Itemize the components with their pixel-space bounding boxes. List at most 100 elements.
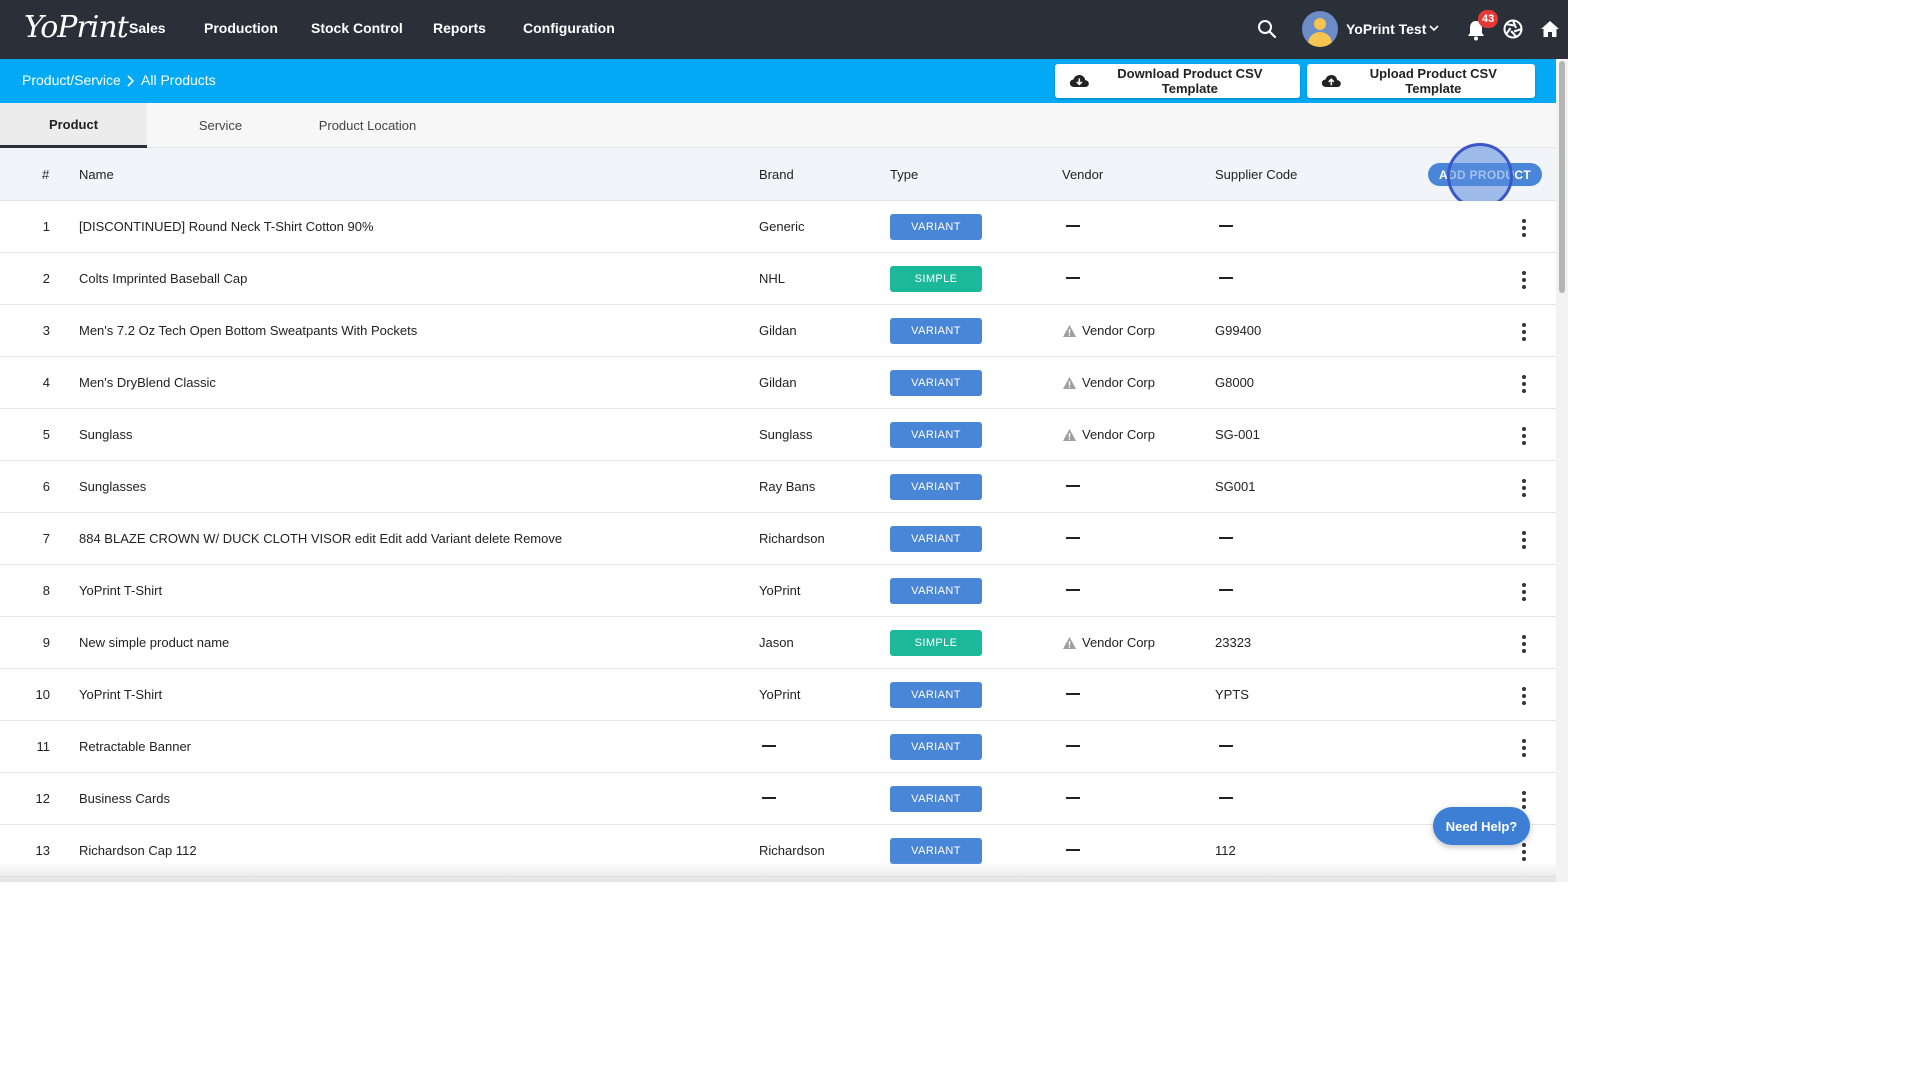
product-name[interactable]: Men's DryBlend Classic (79, 375, 216, 390)
product-name[interactable]: New simple product name (79, 635, 229, 650)
more-vertical-icon[interactable] (1519, 270, 1529, 289)
empty-dash (1066, 277, 1080, 279)
column-header-vendor[interactable]: Vendor (1062, 167, 1103, 182)
supplier-code: YPTS (1215, 687, 1249, 702)
empty-dash (1219, 225, 1233, 227)
warning-icon (1063, 429, 1076, 441)
empty-dash (1219, 277, 1233, 279)
product-name[interactable]: Richardson Cap 112 (79, 843, 197, 858)
tab-product-location[interactable]: Product Location (294, 103, 441, 148)
table-row[interactable]: 11 Retractable Banner VARIANT (0, 721, 1556, 773)
table-row[interactable]: 6 Sunglasses Ray Bans VARIANT SG001 (0, 461, 1556, 513)
warning-icon (1063, 637, 1076, 649)
aperture-icon[interactable] (1503, 19, 1523, 39)
more-vertical-icon[interactable] (1519, 842, 1529, 861)
user-name[interactable]: YoPrint Test (1346, 21, 1426, 37)
download-csv-label: Download Product CSV Template (1117, 66, 1263, 96)
empty-dash (762, 797, 776, 799)
notification-badge: 43 (1478, 10, 1499, 28)
column-header-supplier-code[interactable]: Supplier Code (1215, 167, 1297, 182)
product-brand: YoPrint (759, 583, 801, 598)
product-name[interactable]: Men's 7.2 Oz Tech Open Bottom Sweatpants… (79, 323, 417, 338)
table-row[interactable]: 1 [DISCONTINUED] Round Neck T-Shirt Cotto… (0, 201, 1556, 253)
need-help-button[interactable]: Need Help? (1433, 807, 1530, 845)
type-badge: VARIANT (890, 214, 982, 240)
product-name[interactable]: 884 BLAZE CROWN W/ DUCK CLOTH VISOR edit… (79, 531, 562, 546)
nav-item-stock-control[interactable]: Stock Control (311, 20, 403, 36)
more-vertical-icon[interactable] (1519, 790, 1529, 809)
row-number: 3 (42, 323, 50, 338)
column-header-num: # (42, 167, 50, 182)
scrollbar[interactable] (1556, 59, 1568, 882)
nav-item-reports[interactable]: Reports (433, 20, 486, 36)
type-badge: VARIANT (890, 734, 982, 760)
table-row[interactable]: 3 Men's 7.2 Oz Tech Open Bottom Sweatpant… (0, 305, 1556, 357)
table-row[interactable]: 7 884 BLAZE CROWN W/ DUCK CLOTH VISOR edi… (0, 513, 1556, 565)
app-logo[interactable]: YoPrint (24, 10, 129, 45)
row-number: 13 (35, 843, 50, 858)
chevron-down-icon[interactable] (1428, 23, 1440, 33)
supplier-code: G99400 (1215, 323, 1262, 338)
search-icon[interactable] (1257, 19, 1277, 39)
product-name[interactable]: Retractable Banner (79, 739, 191, 754)
row-number: 12 (35, 791, 50, 806)
tab-service[interactable]: Service (147, 103, 294, 148)
row-number: 5 (42, 427, 50, 442)
nav-item-configuration[interactable]: Configuration (523, 20, 615, 36)
product-brand: YoPrint (759, 687, 801, 702)
more-vertical-icon[interactable] (1519, 374, 1529, 393)
type-badge: VARIANT (890, 526, 982, 552)
product-name[interactable]: Colts Imprinted Baseball Cap (79, 271, 247, 286)
type-badge: SIMPLE (890, 630, 982, 656)
more-vertical-icon[interactable] (1519, 322, 1529, 341)
add-product-button[interactable]: ADD PRODUCT (1428, 163, 1542, 186)
supplier-code: 112 (1215, 843, 1236, 858)
more-vertical-icon[interactable] (1519, 218, 1529, 237)
upload-csv-template-button[interactable]: Upload Product CSV Template (1307, 64, 1535, 98)
table-row[interactable]: 9 New simple product name Jason SIMPLE Vendo… (0, 617, 1556, 669)
product-name[interactable]: Sunglasses (79, 479, 146, 494)
table-row[interactable]: 13 Richardson Cap 112 Richardson VARIANT 112 (0, 825, 1556, 877)
supplier-code: 23323 (1215, 635, 1252, 650)
breadcrumb-parent[interactable]: Product/Service (22, 72, 121, 88)
more-vertical-icon[interactable] (1519, 634, 1529, 653)
warning-icon (1063, 377, 1076, 389)
top-navbar: YoPrint Sales Production Stock Control R… (0, 0, 1568, 59)
breadcrumb: Product/Service All Products Download Pr… (0, 59, 1556, 103)
table-row[interactable]: 5 Sunglass Sunglass VARIANT Vendor Corp SG-00… (0, 409, 1556, 461)
table-row[interactable]: 4 Men's DryBlend Classic Gildan VARIANT Vend… (0, 357, 1556, 409)
type-badge: VARIANT (890, 370, 982, 396)
column-header-brand[interactable]: Brand (759, 167, 794, 182)
nav-item-sales[interactable]: Sales (129, 20, 166, 36)
product-name[interactable]: YoPrint T-Shirt (79, 583, 162, 598)
row-number: 9 (42, 635, 50, 650)
tab-product[interactable]: Product (0, 103, 147, 148)
empty-dash (1066, 797, 1080, 799)
product-name[interactable]: YoPrint T-Shirt (79, 687, 162, 702)
more-vertical-icon[interactable] (1519, 686, 1529, 705)
more-vertical-icon[interactable] (1519, 530, 1529, 549)
column-header-type[interactable]: Type (890, 167, 918, 182)
product-name[interactable]: [DISCONTINUED] Round Neck T-Shirt Cotton… (79, 219, 374, 234)
scrollbar-thumb[interactable] (1559, 61, 1565, 293)
product-brand: Richardson (759, 531, 825, 546)
row-number: 1 (42, 219, 50, 234)
more-vertical-icon[interactable] (1519, 582, 1529, 601)
home-icon[interactable] (1540, 19, 1560, 39)
table-row[interactable]: 12 Business Cards VARIANT (0, 773, 1556, 825)
product-name[interactable]: Sunglass (79, 427, 132, 442)
avatar[interactable] (1302, 11, 1338, 47)
more-vertical-icon[interactable] (1519, 738, 1529, 757)
download-csv-template-button[interactable]: Download Product CSV Template (1055, 64, 1300, 98)
product-brand: Richardson (759, 843, 825, 858)
more-vertical-icon[interactable] (1519, 426, 1529, 445)
table-row[interactable]: 2 Colts Imprinted Baseball Cap NHL SIMPLE (0, 253, 1556, 305)
product-name[interactable]: Business Cards (79, 791, 170, 806)
more-vertical-icon[interactable] (1519, 478, 1529, 497)
column-header-name[interactable]: Name (79, 167, 114, 182)
table-row[interactable]: 8 YoPrint T-Shirt YoPrint VARIANT (0, 565, 1556, 617)
type-badge: VARIANT (890, 838, 982, 864)
table-row[interactable]: 10 YoPrint T-Shirt YoPrint VARIANT YPTS (0, 669, 1556, 721)
product-brand: Gildan (759, 323, 797, 338)
nav-item-production[interactable]: Production (204, 20, 278, 36)
